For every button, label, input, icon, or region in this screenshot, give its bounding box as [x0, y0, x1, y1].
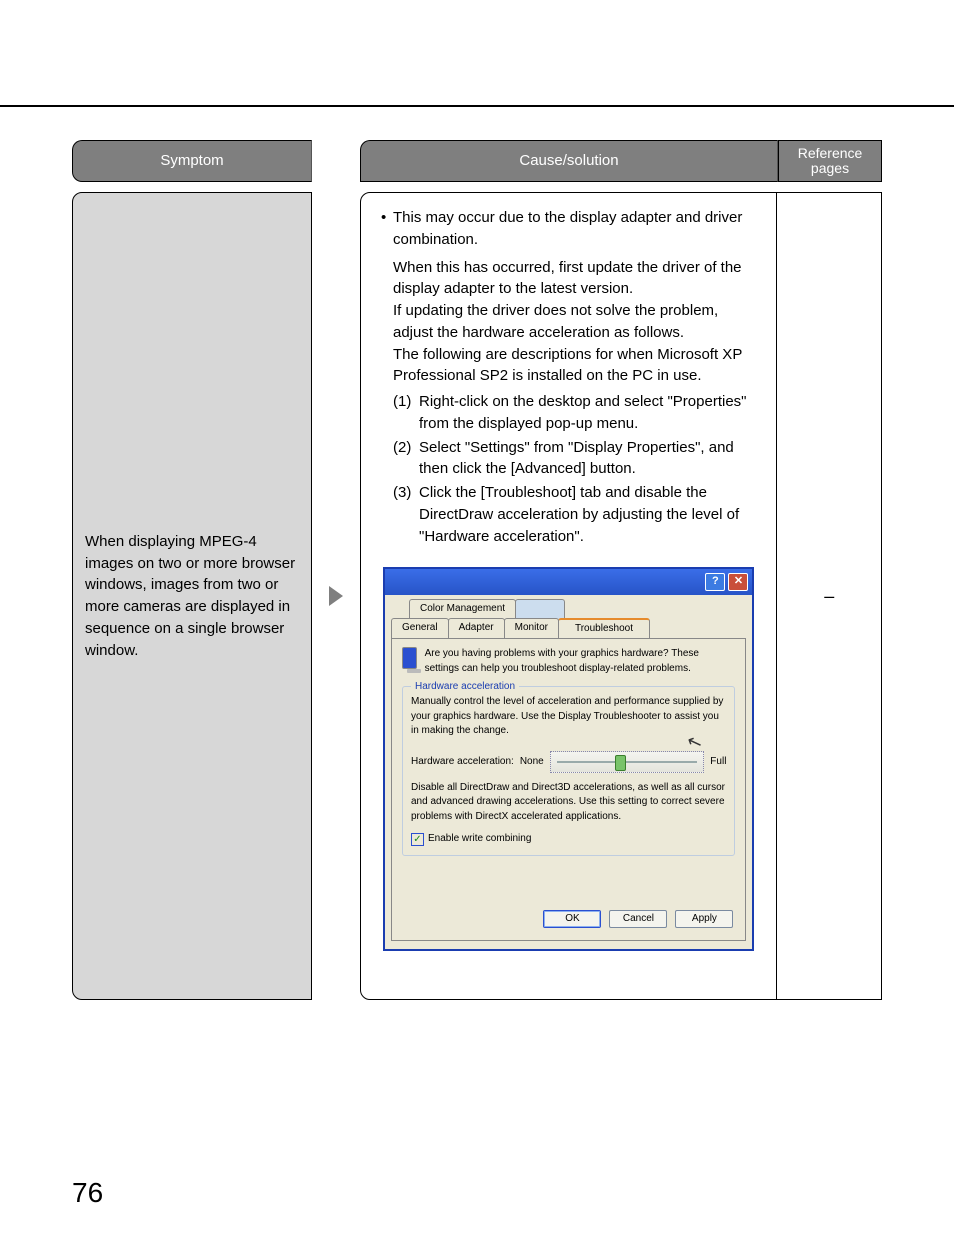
- xp-intro-text: Are you having problems with your graphi…: [425, 647, 736, 676]
- troubleshoot-table: Symptom Cause/solution Reference pages W…: [72, 140, 882, 1000]
- header-reference: Reference pages: [778, 140, 882, 182]
- xp-body: Color Management General Adapter Monitor…: [385, 595, 752, 949]
- checkbox-icon[interactable]: ✓: [411, 833, 424, 846]
- cause-steps: (1) Right-click on the desktop and selec…: [393, 391, 758, 547]
- xp-checkbox-row: ✓ Enable write combining: [411, 832, 726, 847]
- top-divider: [0, 105, 954, 107]
- monitor-icon: [402, 647, 417, 669]
- tab-general[interactable]: General: [391, 618, 449, 639]
- xp-tab-row-back: Color Management: [409, 599, 746, 619]
- xp-buttons: OK Cancel Apply: [402, 906, 735, 933]
- tab-troubleshoot[interactable]: Troubleshoot: [558, 618, 650, 639]
- xp-tab-row-front: General Adapter Monitor Troubleshoot: [391, 618, 746, 639]
- step-2: (2) Select "Settings" from "Display Prop…: [393, 437, 758, 481]
- slider-track: [557, 761, 698, 763]
- slider-label: Hardware acceleration:: [411, 755, 514, 770]
- arrow-right-icon: [329, 586, 343, 606]
- cause-ref-cell: • This may occur due to the display adap…: [360, 192, 882, 1000]
- ok-button[interactable]: OK: [543, 910, 601, 929]
- symptom-cell: When displaying MPEG-4 images on two or …: [72, 192, 312, 1000]
- step-1-text: Right-click on the desktop and select "P…: [419, 393, 746, 432]
- page-number: 76: [72, 1177, 103, 1209]
- header-symptom: Symptom: [72, 140, 312, 182]
- tab-hidden[interactable]: [515, 599, 565, 619]
- xp-group-desc: Manually control the level of accelerati…: [411, 695, 726, 739]
- step-3: (3) Click the [Troubleshoot] tab and dis…: [393, 482, 758, 547]
- xp-dialog: ? ✕ Color Management General Adapter: [383, 567, 754, 951]
- slider-full: Full: [710, 755, 726, 770]
- table-body-row: When displaying MPEG-4 images on two or …: [72, 192, 882, 1000]
- cause-paragraphs: When this has occurred, first update the…: [379, 257, 758, 388]
- cause-lead: This may occur due to the display adapte…: [393, 209, 742, 248]
- hw-accel-slider[interactable]: [550, 751, 705, 773]
- cause-para2: When this has occurred, first update the…: [393, 257, 758, 301]
- xp-after-slider: Disable all DirectDraw and Direct3D acce…: [411, 781, 726, 825]
- xp-group-title: Hardware acceleration: [411, 680, 519, 695]
- slider-thumb-icon[interactable]: [615, 755, 626, 771]
- xp-panel: Are you having problems with your graphi…: [391, 638, 746, 941]
- checkbox-label: Enable write combining: [428, 832, 531, 847]
- tab-color-management[interactable]: Color Management: [409, 599, 516, 619]
- cause-bullet: • This may occur due to the display adap…: [379, 207, 758, 251]
- tab-adapter[interactable]: Adapter: [448, 618, 505, 639]
- help-button-icon[interactable]: ?: [705, 573, 725, 591]
- page: Symptom Cause/solution Reference pages W…: [0, 0, 954, 1237]
- cancel-button[interactable]: Cancel: [609, 910, 667, 929]
- header-cause: Cause/solution: [360, 140, 778, 182]
- arrow-cell: [312, 192, 360, 1000]
- cause-para4: The following are descriptions for when …: [393, 344, 758, 388]
- tab-monitor[interactable]: Monitor: [504, 618, 559, 639]
- step-1: (1) Right-click on the desktop and selec…: [393, 391, 758, 435]
- symptom-text: When displaying MPEG-4 images on two or …: [85, 531, 299, 662]
- slider-none: None: [520, 755, 544, 770]
- cause-content: • This may occur due to the display adap…: [361, 193, 777, 999]
- xp-intro-row: Are you having problems with your graphi…: [402, 647, 735, 676]
- xp-titlebar: ? ✕: [385, 569, 752, 595]
- table-header-row: Symptom Cause/solution Reference pages: [72, 140, 882, 182]
- apply-button[interactable]: Apply: [675, 910, 733, 929]
- cause-para3: If updating the driver does not solve th…: [393, 300, 758, 344]
- header-gap: [312, 140, 360, 182]
- close-button-icon[interactable]: ✕: [728, 573, 748, 591]
- step-3-text: Click the [Troubleshoot] tab and disable…: [419, 484, 739, 545]
- step-2-text: Select "Settings" from "Display Properti…: [419, 439, 734, 478]
- xp-slider-row: ↖ Hardware acceleration: None Full: [411, 751, 726, 773]
- xp-hw-group: Hardware acceleration Manually control t…: [402, 686, 735, 856]
- reference-cell: –: [777, 193, 881, 999]
